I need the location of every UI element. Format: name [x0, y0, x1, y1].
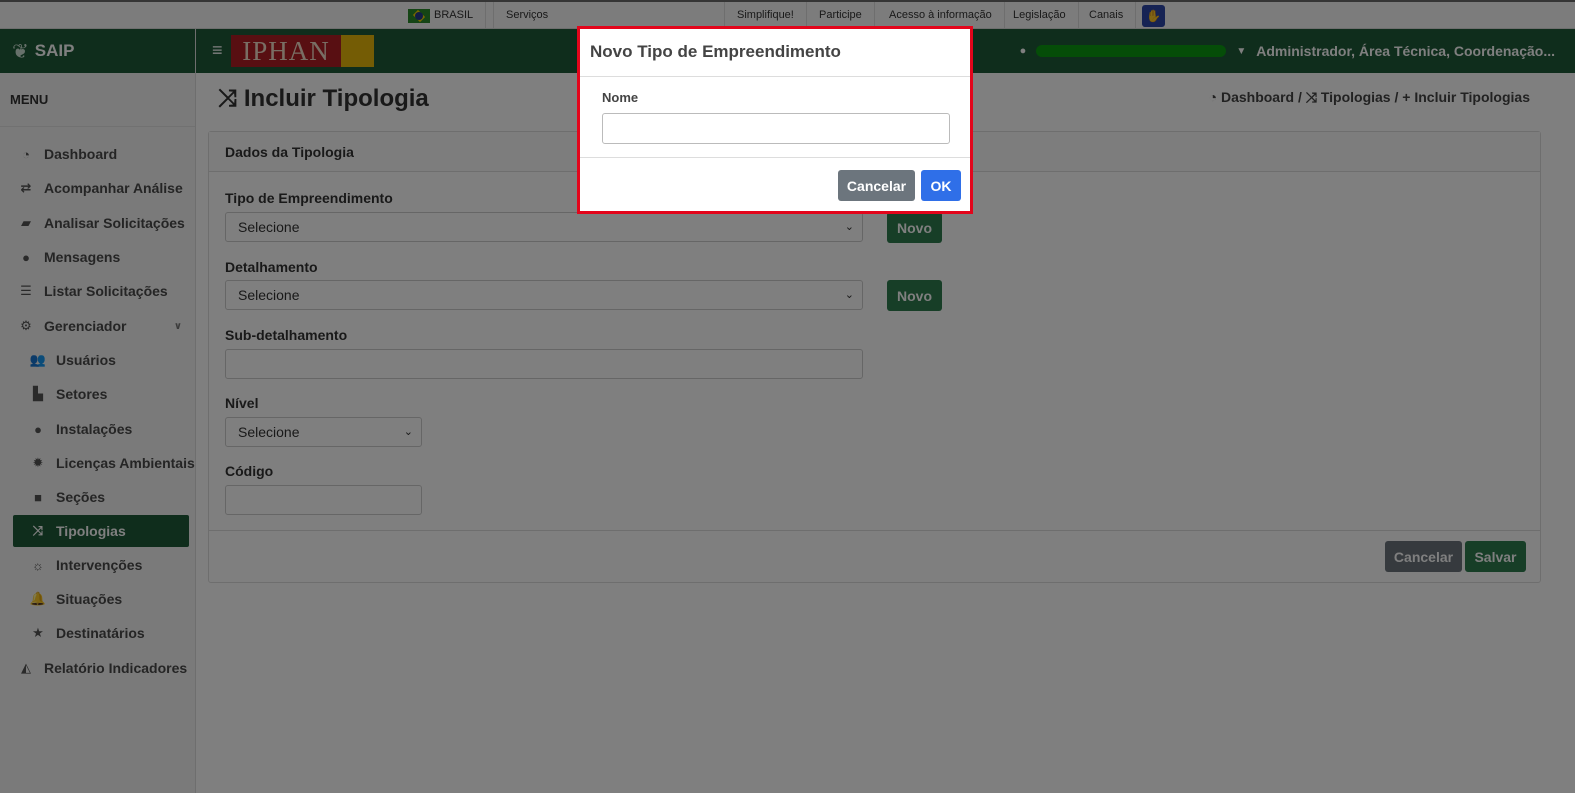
- nome-input[interactable]: [602, 113, 950, 144]
- modal-ok-button[interactable]: OK: [921, 170, 961, 201]
- nome-label: Nome: [602, 90, 639, 105]
- modal-title: Novo Tipo de Empreendimento: [580, 29, 970, 77]
- modal-divider: [580, 157, 970, 158]
- novo-tipo-modal: Novo Tipo de Empreendimento Nome Cancela…: [577, 26, 973, 214]
- modal-cancel-button[interactable]: Cancelar: [838, 170, 915, 201]
